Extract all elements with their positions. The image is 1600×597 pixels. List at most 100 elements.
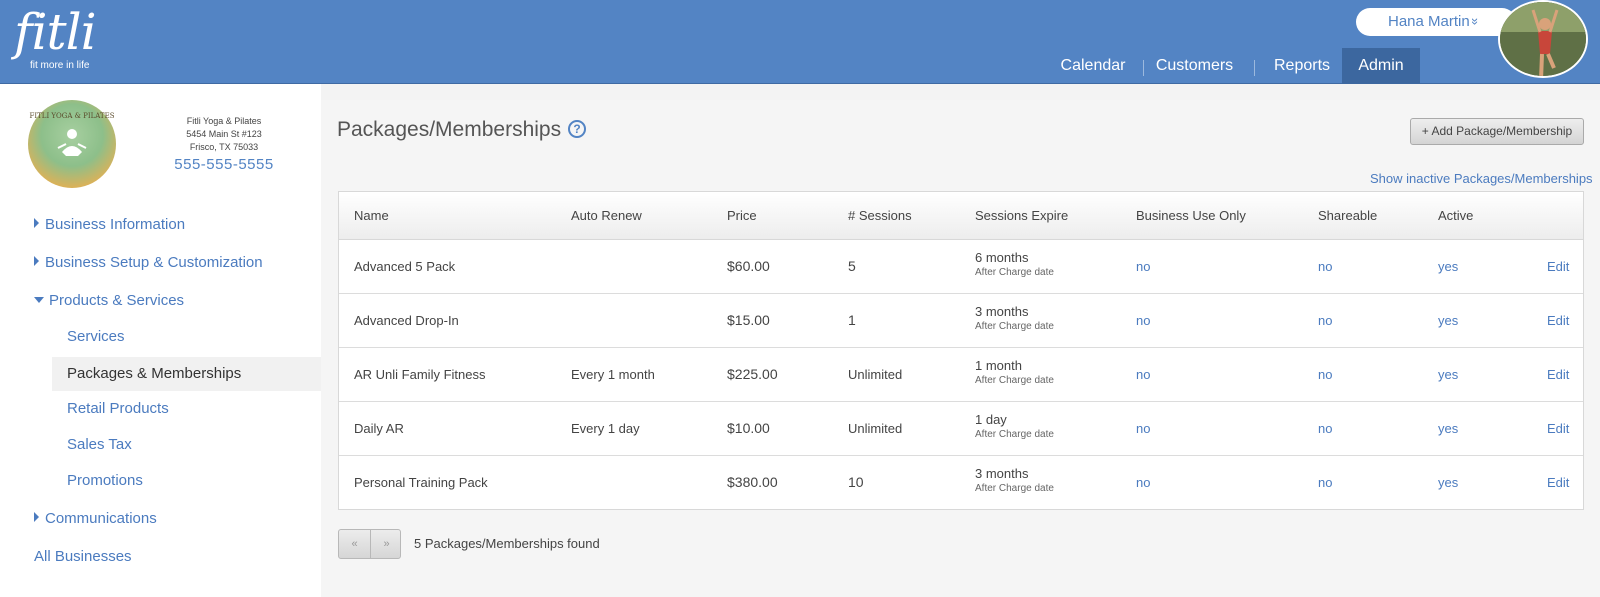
business-contact: Fitli Yoga & Pilates 5454 Main St #123 F…	[150, 115, 298, 173]
cell-business-use-only[interactable]: no	[1136, 367, 1150, 382]
sidebar-subitem-retail-products[interactable]: Retail Products	[67, 400, 169, 417]
pagination: « »	[338, 529, 401, 559]
chevron-down-icon: »	[1468, 17, 1484, 26]
table-header: Name Auto Renew Price # Sessions Session…	[339, 192, 1583, 240]
cell-shareable[interactable]: no	[1318, 259, 1332, 274]
table-row: Daily AR Every 1 day $10.00 Unlimited 1 …	[339, 402, 1583, 456]
caret-right-icon	[34, 218, 39, 228]
edit-link[interactable]: Edit	[1547, 313, 1569, 328]
column-header-business-use-only[interactable]: Business Use Only	[1136, 208, 1246, 223]
top-header: fitli fit more in life Calendar Customer…	[0, 0, 1600, 84]
column-header-auto-renew[interactable]: Auto Renew	[571, 208, 642, 223]
sidebar-subitem-sales-tax[interactable]: Sales Tax	[67, 436, 132, 453]
cell-shareable[interactable]: no	[1318, 367, 1332, 382]
business-address-line1: 5454 Main St #123	[186, 129, 262, 139]
table-row: AR Unli Family Fitness Every 1 month $22…	[339, 348, 1583, 402]
cell-sessions-expire: 3 months After Charge date	[975, 304, 1054, 332]
sidebar-item-label: Business Setup & Customization	[45, 254, 263, 271]
edit-link[interactable]: Edit	[1547, 367, 1569, 382]
cell-sessions: 1	[848, 312, 856, 328]
cell-business-use-only[interactable]: no	[1136, 421, 1150, 436]
add-package-button[interactable]: + Add Package/Membership	[1410, 118, 1584, 145]
cell-sessions-expire: 1 month After Charge date	[975, 358, 1054, 386]
business-address-line2: Frisco, TX 75033	[189, 142, 259, 152]
page-title: Packages/Memberships	[337, 118, 562, 141]
expire-basis: After Charge date	[975, 321, 1054, 332]
cell-name: AR Unli Family Fitness	[354, 367, 486, 382]
column-header-name[interactable]: Name	[354, 208, 389, 223]
edit-link[interactable]: Edit	[1547, 475, 1569, 490]
sidebar-item-business-setup[interactable]: Business Setup & Customization	[34, 254, 263, 271]
business-phone[interactable]: 555-555-5555	[150, 156, 298, 173]
cell-sessions-expire: 3 months After Charge date	[975, 466, 1054, 494]
cell-sessions-expire: 1 day After Charge date	[975, 412, 1054, 440]
cell-sessions: 10	[848, 474, 864, 490]
help-icon[interactable]: ?	[568, 120, 586, 138]
sidebar-subitem-packages-memberships[interactable]: Packages & Memberships	[67, 365, 241, 382]
cell-name: Personal Training Pack	[354, 475, 488, 490]
cell-price: $60.00	[727, 258, 770, 274]
avatar[interactable]	[1498, 0, 1588, 78]
expire-duration: 1 day	[975, 412, 1007, 427]
pager-next-button[interactable]: »	[371, 530, 402, 558]
cell-active[interactable]: yes	[1438, 313, 1458, 328]
caret-right-icon	[34, 512, 39, 522]
column-header-sessions-expire[interactable]: Sessions Expire	[975, 208, 1068, 223]
cell-sessions-expire: 6 months After Charge date	[975, 250, 1054, 278]
cell-active[interactable]: yes	[1438, 421, 1458, 436]
business-logo: FITLI YOGA & PILATES	[20, 100, 124, 190]
caret-down-icon	[34, 297, 44, 303]
cell-business-use-only[interactable]: no	[1136, 475, 1150, 490]
cell-shareable[interactable]: no	[1318, 475, 1332, 490]
expire-duration: 6 months	[975, 250, 1029, 265]
expire-basis: After Charge date	[975, 429, 1054, 440]
sidebar-subitem-services[interactable]: Services	[67, 328, 125, 345]
cell-sessions: Unlimited	[848, 421, 903, 436]
cell-business-use-only[interactable]: no	[1136, 259, 1150, 274]
edit-link[interactable]: Edit	[1547, 421, 1569, 436]
cell-price: $225.00	[727, 366, 778, 382]
column-header-active[interactable]: Active	[1438, 208, 1473, 223]
sidebar-item-products-services[interactable]: Products & Services	[34, 292, 184, 309]
results-count: 5 Packages/Memberships found	[414, 536, 600, 551]
user-menu[interactable]: Hana Martin »	[1356, 8, 1516, 36]
cell-name: Daily AR	[354, 421, 404, 436]
edit-link[interactable]: Edit	[1547, 259, 1569, 274]
cell-name: Advanced 5 Pack	[354, 259, 456, 274]
pager-prev-button[interactable]: «	[339, 530, 370, 558]
sidebar-item-label: Business Information	[45, 216, 186, 233]
sidebar-item-all-businesses[interactable]: All Businesses	[34, 548, 132, 565]
cell-shareable[interactable]: no	[1318, 421, 1332, 436]
show-inactive-link[interactable]: Show inactive Packages/Memberships	[1370, 171, 1593, 186]
column-header-sessions[interactable]: # Sessions	[848, 208, 912, 223]
column-header-shareable[interactable]: Shareable	[1318, 208, 1377, 223]
cell-price: $380.00	[727, 474, 778, 490]
nav-admin[interactable]: Admin	[1342, 48, 1420, 84]
avatar-photo-icon	[1500, 2, 1586, 76]
column-header-price[interactable]: Price	[727, 208, 757, 223]
logo-tagline: fit more in life	[30, 60, 90, 71]
fitli-logo[interactable]: fitli fit more in life	[14, 3, 97, 71]
nav-reports[interactable]: Reports	[1262, 48, 1342, 84]
packages-table: Name Auto Renew Price # Sessions Session…	[338, 191, 1584, 510]
nav-divider	[1254, 60, 1255, 76]
cell-active[interactable]: yes	[1438, 367, 1458, 382]
cell-active[interactable]: yes	[1438, 475, 1458, 490]
business-logo-circle: FITLI YOGA & PILATES	[28, 100, 116, 188]
sidebar-subitem-promotions[interactable]: Promotions	[67, 472, 143, 489]
nav-calendar[interactable]: Calendar	[1047, 48, 1139, 84]
expire-basis: After Charge date	[975, 483, 1054, 494]
business-logo-text: FITLI YOGA & PILATES	[30, 112, 115, 120]
nav-divider	[1143, 60, 1144, 76]
cell-business-use-only[interactable]: no	[1136, 313, 1150, 328]
table-row: Advanced 5 Pack $60.00 5 6 months After …	[339, 240, 1583, 294]
sidebar-item-business-information[interactable]: Business Information	[34, 216, 185, 233]
expire-duration: 1 month	[975, 358, 1022, 373]
nav-customers[interactable]: Customers	[1147, 48, 1242, 84]
cell-shareable[interactable]: no	[1318, 313, 1332, 328]
cell-active[interactable]: yes	[1438, 259, 1458, 274]
logo-wordmark: fitli	[14, 3, 97, 61]
sidebar-item-communications[interactable]: Communications	[34, 510, 157, 527]
cell-price: $10.00	[727, 420, 770, 436]
sidebar-item-label: Communications	[45, 510, 157, 527]
